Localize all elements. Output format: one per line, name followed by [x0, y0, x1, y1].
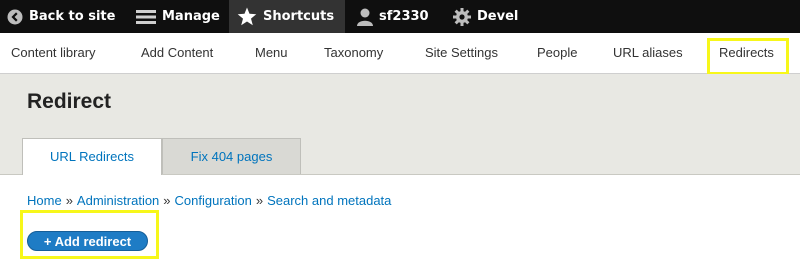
chevron-left-circle-icon	[7, 9, 23, 25]
hamburger-icon	[136, 9, 156, 25]
breadcrumb-configuration[interactable]: Configuration	[175, 193, 252, 208]
tray-item-people[interactable]: People	[537, 33, 577, 73]
highlight-add-redirect-box	[20, 210, 159, 259]
tray-item-taxonomy[interactable]: Taxonomy	[324, 33, 383, 73]
shortcuts-tray: Content library Add Content Menu Taxonom…	[0, 33, 800, 74]
user-icon	[357, 8, 373, 26]
tab-url-redirects[interactable]: URL Redirects	[22, 138, 162, 175]
user-menu[interactable]: sf2330	[345, 0, 441, 33]
admin-toolbar: Back to site Manage Shortcuts sf2330 Dev…	[0, 0, 800, 33]
back-to-site-label: Back to site	[29, 9, 116, 24]
username-label: sf2330	[379, 9, 429, 24]
shortcuts-label: Shortcuts	[263, 9, 335, 24]
breadcrumb: Home» Administration» Configuration» Search…	[27, 193, 391, 208]
tray-item-site-settings[interactable]: Site Settings	[425, 33, 498, 73]
star-icon	[237, 7, 257, 26]
breadcrumb-administration[interactable]: Administration	[77, 193, 159, 208]
tray-item-url-aliases[interactable]: URL aliases	[613, 33, 683, 73]
devel-menu[interactable]: Devel	[441, 0, 518, 33]
manage-menu[interactable]: Manage	[123, 0, 229, 33]
breadcrumb-separator: »	[163, 193, 171, 208]
highlight-redirects-box	[707, 38, 789, 75]
shortcuts-menu[interactable]: Shortcuts	[229, 0, 345, 33]
devel-label: Devel	[477, 9, 519, 24]
breadcrumb-search-and-metadata[interactable]: Search and metadata	[267, 193, 391, 208]
page-title: Redirect	[27, 90, 112, 113]
tray-item-add-content[interactable]: Add Content	[141, 33, 213, 73]
tab-fix-404-pages[interactable]: Fix 404 pages	[162, 138, 301, 174]
back-to-site-link[interactable]: Back to site	[0, 0, 123, 33]
gear-icon	[453, 7, 471, 26]
tray-item-content-library[interactable]: Content library	[11, 33, 96, 73]
manage-label: Manage	[162, 9, 220, 24]
tray-item-menu[interactable]: Menu	[255, 33, 288, 73]
breadcrumb-separator: »	[65, 193, 73, 208]
breadcrumb-home[interactable]: Home	[27, 193, 62, 208]
breadcrumb-separator: »	[255, 193, 264, 208]
